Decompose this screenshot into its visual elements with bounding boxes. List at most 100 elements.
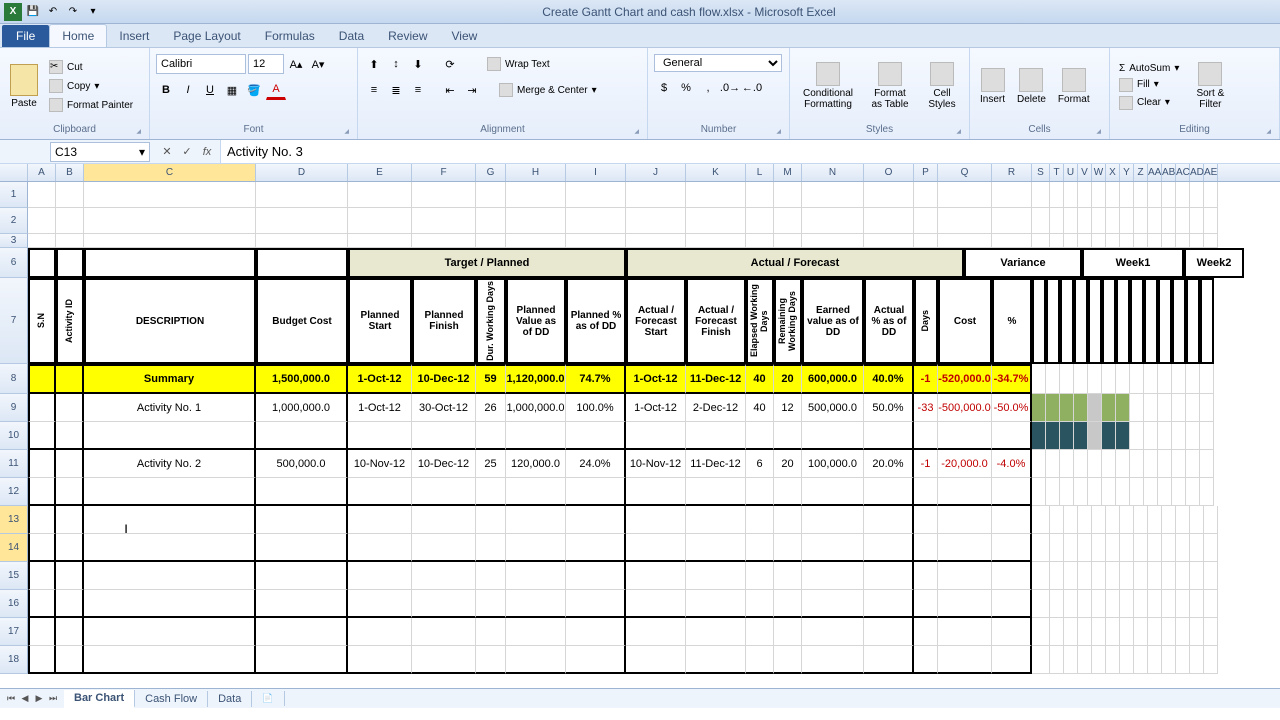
cell[interactable] [1162,182,1176,208]
row-header[interactable]: 9 [0,394,28,422]
cell[interactable] [992,618,1032,646]
decrease-decimal-icon[interactable]: ←.0 [742,78,762,98]
table-cell[interactable]: 1-Oct-12 [348,394,412,422]
cell[interactable] [348,646,412,674]
table-cell[interactable]: 10-Nov-12 [626,450,686,478]
cell[interactable] [774,234,802,248]
cell[interactable] [1032,562,1050,590]
cell[interactable] [506,618,566,646]
cell[interactable] [412,646,476,674]
cell[interactable] [1106,590,1120,618]
cell[interactable] [348,618,412,646]
table-cell[interactable]: 2-Dec-12 [686,394,746,422]
percent-icon[interactable]: % [676,78,696,98]
cell[interactable] [746,182,774,208]
col-header[interactable]: C [84,164,256,181]
cell[interactable] [626,562,686,590]
cell[interactable] [992,562,1032,590]
table-cell[interactable]: -34.7% [992,364,1032,394]
copy-button[interactable]: Copy ▾ [46,78,136,94]
sheet-tab-cash-flow[interactable]: Cash Flow [135,691,208,707]
cell[interactable] [992,646,1032,674]
cell[interactable] [1134,618,1148,646]
insert-cells-button[interactable]: Insert [976,66,1009,107]
col-header[interactable]: H [506,164,566,181]
cell[interactable] [746,590,774,618]
cell[interactable] [1204,182,1218,208]
cell[interactable] [1050,234,1064,248]
table-cell[interactable]: Activity No. 1 [84,394,256,422]
table-cell[interactable]: 1-Oct-12 [348,364,412,394]
cell[interactable] [686,618,746,646]
table-cell[interactable] [566,478,626,506]
col-header[interactable]: T [1050,164,1064,181]
cell[interactable] [1032,506,1050,534]
font-color-button[interactable]: A [266,80,286,100]
cell[interactable] [1078,506,1092,534]
col-header[interactable]: AD [1190,164,1204,181]
comma-icon[interactable]: , [698,78,718,98]
cell[interactable] [938,562,992,590]
table-cell[interactable]: 40 [746,394,774,422]
cell[interactable] [1162,562,1176,590]
cell[interactable] [1176,182,1190,208]
cell[interactable] [1064,646,1078,674]
cell[interactable] [1120,562,1134,590]
cell[interactable] [746,646,774,674]
cell[interactable] [84,646,256,674]
table-cell[interactable]: -520,000.0 [938,364,992,394]
cell[interactable] [412,208,476,234]
cell[interactable] [56,562,84,590]
cell[interactable] [1064,590,1078,618]
cell[interactable] [1204,618,1218,646]
table-cell[interactable]: 30-Oct-12 [412,394,476,422]
formula-input[interactable] [220,140,1280,163]
cell[interactable] [864,562,914,590]
cell[interactable] [28,618,56,646]
row-header[interactable]: 8 [0,364,28,394]
cell[interactable] [1190,234,1204,248]
table-cell[interactable]: 11-Dec-12 [686,364,746,394]
increase-decimal-icon[interactable]: .0→ [720,78,740,98]
cell[interactable] [28,506,56,534]
cell[interactable] [348,208,412,234]
cell[interactable] [626,182,686,208]
cell[interactable] [476,646,506,674]
align-right-icon[interactable]: ≡ [408,80,428,100]
table-cell[interactable] [774,478,802,506]
cell[interactable] [746,562,774,590]
enter-formula-icon[interactable]: ✓ [178,143,196,161]
cell[interactable] [348,534,412,562]
cell[interactable] [1032,534,1050,562]
cell[interactable] [1134,182,1148,208]
cell[interactable] [84,234,256,248]
table-cell[interactable]: 500,000.0 [256,450,348,478]
cell[interactable] [506,590,566,618]
col-header[interactable]: Q [938,164,992,181]
row-header[interactable]: 15 [0,562,28,590]
sheet-tab-bar-chart[interactable]: Bar Chart [64,690,135,708]
cell[interactable] [1162,208,1176,234]
table-cell[interactable]: 20 [774,450,802,478]
cell[interactable] [412,590,476,618]
cut-button[interactable]: ✂Cut [46,59,136,75]
cell[interactable] [1092,234,1106,248]
cell[interactable] [1078,646,1092,674]
cell[interactable] [802,646,864,674]
table-cell[interactable]: 40 [746,364,774,394]
col-header[interactable]: S [1032,164,1050,181]
cell[interactable] [412,534,476,562]
cell[interactable] [1050,618,1064,646]
cell[interactable] [774,590,802,618]
number-format-select[interactable]: General [654,54,782,72]
tab-review[interactable]: Review [376,25,439,47]
cell[interactable] [56,590,84,618]
cell[interactable] [1176,534,1190,562]
cell[interactable] [56,234,84,248]
cell[interactable] [1134,534,1148,562]
cell[interactable] [774,534,802,562]
cell[interactable] [1204,534,1218,562]
cell[interactable] [1148,562,1162,590]
cell[interactable] [992,590,1032,618]
cell[interactable] [1204,234,1218,248]
